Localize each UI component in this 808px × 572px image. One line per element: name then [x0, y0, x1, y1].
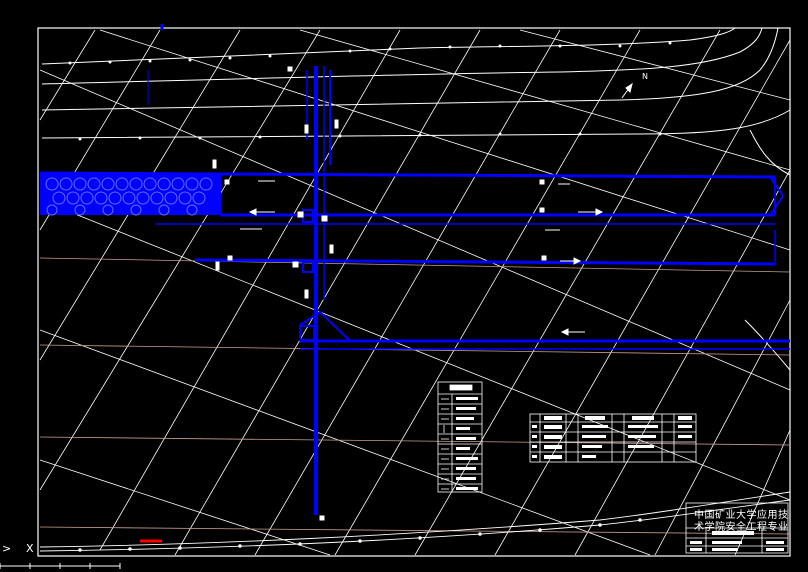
ucs-arrow-icon: >: [2, 542, 12, 555]
mid-roadway: [194, 258, 776, 266]
mine-ventilation-drawing: [0, 24, 791, 569]
ucs-x-label: X: [26, 542, 34, 555]
boundary-dots: [68, 41, 672, 141]
drawing-frame: [37, 27, 791, 557]
survey-grid: [39, 29, 791, 556]
equipment-table: [529, 413, 697, 463]
legend-table: [437, 381, 483, 493]
title-school-line2: 术学院安全工程专业: [694, 522, 789, 533]
strata-lines: [39, 257, 791, 535]
north-label: N: [642, 72, 648, 81]
goaf-area: [40, 173, 220, 216]
scale-bar: [0, 563, 121, 569]
